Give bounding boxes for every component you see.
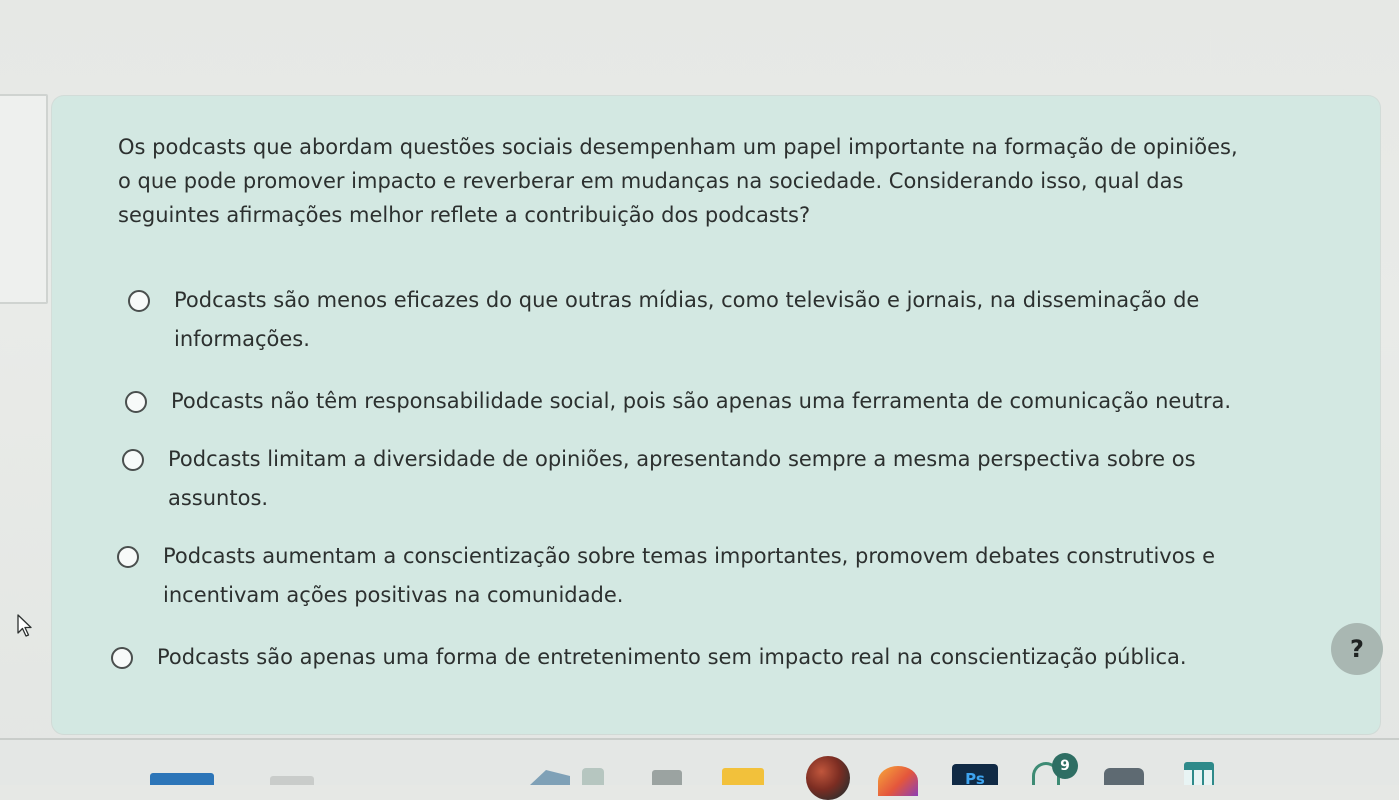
answer-option-label: Podcasts aumentam a conscientização sobr… <box>163 544 1216 607</box>
answer-option-label: Podcasts são apenas uma forma de entrete… <box>157 645 1187 669</box>
answer-option-3[interactable]: Podcasts limitam a diversidade de opiniõ… <box>122 440 1196 518</box>
side-panel <box>0 94 48 304</box>
shopping-bag-icon[interactable] <box>582 768 604 785</box>
answer-option-1[interactable]: Podcasts são menos eficazes do que outra… <box>128 281 1199 359</box>
camera-icon[interactable] <box>1104 768 1144 785</box>
help-button[interactable]: ? <box>1331 623 1383 675</box>
avatar-app-icon[interactable] <box>806 756 850 800</box>
question-line: Os podcasts que abordam questões sociais… <box>118 135 1238 159</box>
radio-button[interactable] <box>122 449 144 471</box>
answer-option-4[interactable]: Podcasts aumentam a conscientização sobr… <box>117 537 1215 615</box>
radio-button[interactable] <box>128 290 150 312</box>
radio-button[interactable] <box>125 391 147 413</box>
answer-option-5[interactable]: Podcasts são apenas uma forma de entrete… <box>111 638 1187 677</box>
folder-icon[interactable] <box>722 768 764 785</box>
radio-button[interactable] <box>111 647 133 669</box>
search-icon[interactable] <box>270 776 314 785</box>
question-line: seguintes afirmações melhor reflete a co… <box>118 203 811 227</box>
answer-option-label: Podcasts limitam a diversidade de opiniõ… <box>168 447 1196 510</box>
notification-badge: 9 <box>1052 753 1078 779</box>
browser-icon[interactable] <box>878 766 918 796</box>
photoshop-icon[interactable]: Ps <box>952 764 998 785</box>
start-app-icon[interactable] <box>150 773 214 785</box>
question-text: Os podcasts que abordam questões sociais… <box>118 130 1318 232</box>
answer-option-label: Podcasts não têm responsabilidade social… <box>171 389 1232 413</box>
radio-button[interactable] <box>117 546 139 568</box>
app-icon[interactable] <box>652 770 682 785</box>
question-line: o que pode promover impacto e reverberar… <box>118 169 1184 193</box>
answer-option-2[interactable]: Podcasts não têm responsabilidade social… <box>125 382 1231 421</box>
store-icon[interactable] <box>530 770 570 785</box>
mouse-cursor-icon <box>17 614 32 637</box>
calculator-icon[interactable] <box>1184 762 1214 785</box>
taskbar: Ps 9 <box>0 740 1399 800</box>
answer-option-label: Podcasts são menos eficazes do que outra… <box>174 288 1200 351</box>
